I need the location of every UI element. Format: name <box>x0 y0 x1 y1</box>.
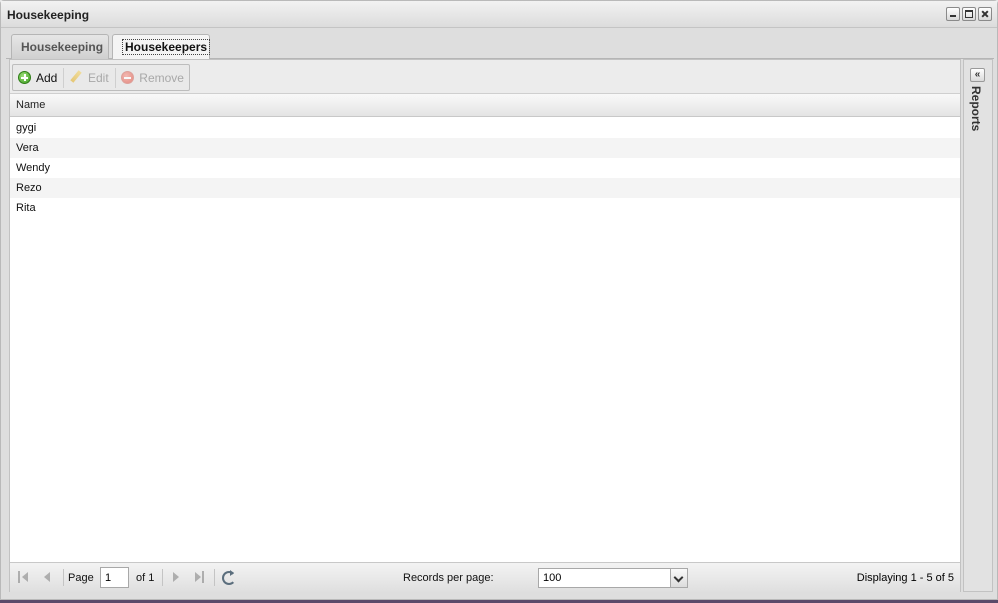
prev-page-icon[interactable] <box>41 571 53 583</box>
close-icon[interactable] <box>978 7 992 21</box>
table-row[interactable]: gygi <box>10 118 960 138</box>
table-row[interactable]: Rita <box>10 198 960 218</box>
expand-panel-icon[interactable]: « <box>970 68 985 82</box>
display-summary: Displaying 1 - 5 of 5 <box>856 572 954 584</box>
pager-separator <box>63 569 64 586</box>
page-label: Page <box>68 572 94 584</box>
tab-housekeepers[interactable]: Housekeepers <box>112 34 211 60</box>
records-per-page-select[interactable]: 100 <box>538 568 688 588</box>
remove-button[interactable]: Remove <box>116 67 189 88</box>
tab-housekeepers-label: Housekeepers <box>122 39 211 55</box>
remove-button-label: Remove <box>139 70 184 85</box>
tab-strip: Housekeeping Housekeepers <box>6 30 994 60</box>
reports-side-panel[interactable]: « Reports <box>963 59 993 592</box>
grid-toolbar: Add Edit Remove <box>10 60 960 94</box>
window-title: Housekeeping <box>7 8 90 22</box>
housekeepers-grid-panel: Add Edit Remove Name gygi Vera Wendy Rez… <box>9 59 961 592</box>
tab-housekeeping[interactable]: Housekeeping <box>11 34 109 59</box>
pager-separator <box>214 569 215 586</box>
toolbar-button-group: Add Edit Remove <box>12 64 190 91</box>
edit-button[interactable]: Edit <box>65 67 114 88</box>
column-header-name[interactable]: Name <box>16 99 45 111</box>
page-number-input[interactable] <box>100 567 129 588</box>
page-count-label: of 1 <box>136 572 155 584</box>
reports-panel-title: Reports <box>969 86 983 132</box>
housekeeping-window: Housekeeping Housekeeping Housekeepers A… <box>0 0 998 600</box>
first-page-icon[interactable] <box>18 571 30 583</box>
add-button[interactable]: Add <box>13 67 62 88</box>
pencil-icon <box>70 71 83 84</box>
records-per-page-value: 100 <box>543 572 562 584</box>
remove-icon <box>121 71 135 84</box>
paging-toolbar: Page of 1 Records per page: 100 Displayi… <box>10 562 960 592</box>
pager-separator <box>162 569 163 586</box>
maximize-icon[interactable] <box>962 7 976 21</box>
window-titlebar[interactable]: Housekeeping <box>1 1 997 28</box>
add-button-label: Add <box>36 70 58 85</box>
table-row[interactable]: Rezo <box>10 178 960 198</box>
minimize-icon[interactable] <box>946 7 960 21</box>
table-row[interactable]: Vera <box>10 138 960 158</box>
tab-housekeeping-label: Housekeeping <box>21 40 104 54</box>
refresh-icon[interactable] <box>221 570 236 585</box>
add-icon <box>18 71 31 84</box>
toolbar-separator <box>63 67 64 88</box>
next-page-icon[interactable] <box>170 571 182 583</box>
grid-rows: gygi Vera Wendy Rezo Rita <box>10 118 960 218</box>
grid-header: Name <box>10 94 960 117</box>
window-tools <box>946 7 992 21</box>
edit-button-label: Edit <box>87 70 109 85</box>
last-page-icon[interactable] <box>194 571 206 583</box>
toolbar-separator <box>114 67 116 88</box>
records-per-page-label: Records per page: <box>403 572 494 584</box>
table-row[interactable]: Wendy <box>10 158 960 178</box>
chevron-down-icon[interactable] <box>670 569 687 587</box>
